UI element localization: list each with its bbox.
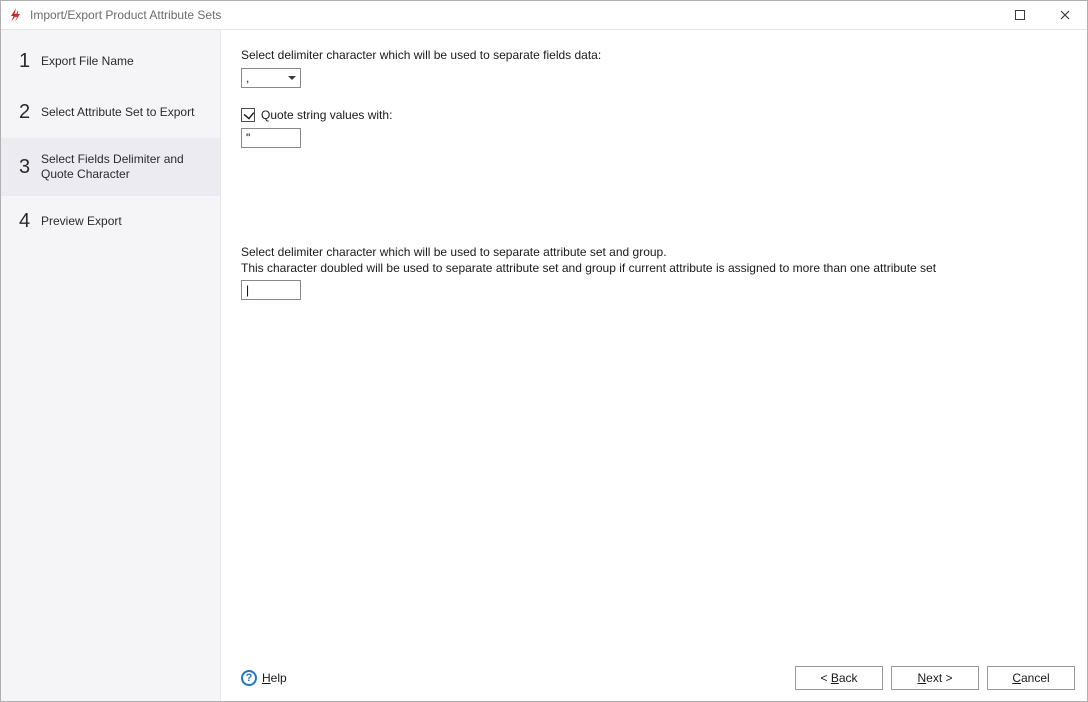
step-1-export-file-name[interactable]: 1 Export File Name — [1, 36, 220, 87]
wizard-body: 1 Export File Name 2 Select Attribute Se… — [1, 30, 1087, 701]
titlebar: Import/Export Product Attribute Sets — [1, 1, 1087, 30]
field-delimiter-value: , — [246, 71, 249, 85]
wizard-content: Select delimiter character which will be… — [221, 30, 1087, 653]
group-delimiter-input[interactable] — [241, 280, 301, 300]
help-icon: ? — [241, 670, 257, 686]
maximize-button[interactable] — [997, 1, 1042, 29]
window-title: Import/Export Product Attribute Sets — [30, 8, 221, 22]
field-delimiter-select[interactable]: , — [241, 68, 301, 88]
step-2-select-attribute-set[interactable]: 2 Select Attribute Set to Export — [1, 87, 220, 138]
group-delimiter-label-line2: This character doubled will be used to s… — [241, 260, 1067, 276]
group-delimiter-label-line1: Select delimiter character which will be… — [241, 244, 1067, 260]
step-label: Select Fields Delimiter and Quote Charac… — [41, 152, 210, 182]
close-button[interactable] — [1042, 1, 1087, 29]
quote-checkbox-label: Quote string values with: — [261, 108, 392, 122]
quote-char-input[interactable] — [241, 128, 301, 148]
step-number: 1 — [19, 50, 41, 73]
back-button[interactable]: < Back — [795, 666, 883, 690]
quote-block: Quote string values with: — [241, 108, 1067, 148]
wizard-footer: ? Help < Back Next > Cancel — [221, 653, 1087, 701]
window-controls — [997, 1, 1087, 29]
step-label: Preview Export — [41, 214, 122, 229]
wizard-window: Import/Export Product Attribute Sets 1 E… — [0, 0, 1088, 702]
next-button[interactable]: Next > — [891, 666, 979, 690]
step-label: Select Attribute Set to Export — [41, 105, 194, 120]
quote-checkbox[interactable] — [241, 108, 255, 122]
step-number: 4 — [19, 210, 41, 233]
cancel-button[interactable]: Cancel — [987, 666, 1075, 690]
chevron-down-icon — [288, 76, 296, 80]
step-number: 2 — [19, 101, 41, 124]
help-label: Help — [262, 671, 287, 685]
step-number: 3 — [19, 156, 41, 179]
step-4-preview-export[interactable]: 4 Preview Export — [1, 196, 220, 247]
quote-checkbox-row: Quote string values with: — [241, 108, 1067, 122]
group-delimiter-block: Select delimiter character which will be… — [241, 244, 1067, 300]
wizard-sidebar: 1 Export File Name 2 Select Attribute Se… — [1, 30, 221, 701]
help-link[interactable]: ? Help — [241, 670, 287, 686]
step-label: Export File Name — [41, 54, 134, 69]
step-3-delimiter-quote[interactable]: 3 Select Fields Delimiter and Quote Char… — [1, 138, 220, 196]
wizard-main: Select delimiter character which will be… — [221, 30, 1087, 701]
field-delimiter-label: Select delimiter character which will be… — [241, 48, 1067, 62]
app-icon — [8, 7, 24, 23]
field-delimiter-block: Select delimiter character which will be… — [241, 48, 1067, 88]
